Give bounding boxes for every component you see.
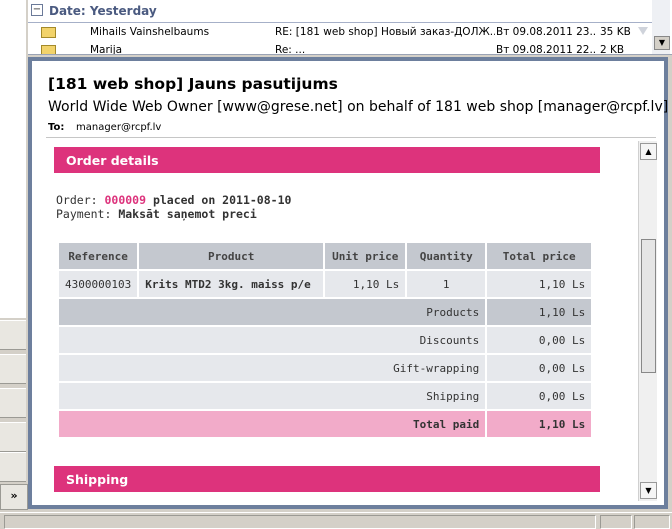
summary-row-products: Products 1,10 Ls bbox=[59, 299, 592, 325]
summary-row-total: Total paid 1,10 Ls bbox=[59, 411, 592, 437]
message-received: Вт 09.08.2011 23... bbox=[496, 26, 596, 38]
order-prefix: Order: bbox=[56, 193, 105, 207]
left-navigation-pane bbox=[0, 0, 28, 528]
message-subject: Re: ... bbox=[275, 44, 306, 54]
payment-method: Maksāt saņemot preci bbox=[118, 207, 257, 221]
summary-value: 0,00 Ls bbox=[487, 355, 592, 381]
nav-button-4[interactable] bbox=[0, 422, 26, 452]
message-row[interactable]: Marija Re: ... Вт 09.08.2011 22... 2 KB bbox=[28, 41, 652, 54]
column-header-product: Product bbox=[139, 243, 324, 269]
nav-button-1[interactable] bbox=[0, 320, 26, 350]
reading-pane: [181 web shop] Jauns pasutijums World Wi… bbox=[28, 57, 668, 509]
order-table: Reference Product Unit price Quantity To… bbox=[57, 241, 593, 439]
message-subject-title: [181 web shop] Jauns pasutijums bbox=[48, 75, 338, 93]
summary-row-gift-wrapping: Gift-wrapping 0,00 Ls bbox=[59, 355, 592, 381]
message-row[interactable]: Mihails Vainshelbaums RE: [181 web shop]… bbox=[28, 23, 652, 41]
expand-pane-button[interactable]: » bbox=[0, 484, 28, 510]
reading-pane-content: [181 web shop] Jauns pasutijums World Wi… bbox=[32, 61, 668, 505]
order-line: Order: 000009 placed on 2011-08-10 bbox=[56, 193, 291, 207]
envelope-icon bbox=[41, 45, 56, 54]
message-size: 2 KB bbox=[600, 44, 625, 54]
nav-button-3[interactable] bbox=[0, 388, 26, 418]
order-reference[interactable]: 000009 bbox=[104, 193, 146, 207]
summary-label: Gift-wrapping bbox=[59, 355, 486, 381]
summary-value: 0,00 Ls bbox=[487, 383, 592, 409]
summary-row-shipping: Shipping 0,00 Ls bbox=[59, 383, 592, 409]
column-header-quantity: Quantity bbox=[407, 243, 486, 269]
scroll-up-arrow-icon[interactable]: ▲ bbox=[640, 143, 657, 160]
status-panel-1 bbox=[600, 515, 632, 529]
message-from: Marija bbox=[90, 44, 123, 54]
summary-value: 1,10 Ls bbox=[487, 299, 592, 325]
group-label: Date: Yesterday bbox=[49, 4, 157, 18]
total-value: 1,10 Ls bbox=[487, 411, 592, 437]
message-sender[interactable]: World Wide Web Owner [www@grese.net] on … bbox=[48, 99, 668, 115]
message-list-scrollbar[interactable]: ▼ bbox=[652, 0, 670, 54]
summary-label: Products bbox=[59, 299, 486, 325]
message-size: 35 KB bbox=[600, 26, 631, 38]
left-pane-panel bbox=[0, 0, 26, 318]
summary-label: Shipping bbox=[59, 383, 486, 409]
order-details-header: Order details bbox=[54, 147, 600, 173]
order-info: Order: 000009 placed on 2011-08-10 Payme… bbox=[56, 193, 291, 221]
status-panel-main bbox=[4, 515, 596, 529]
flag-icon[interactable] bbox=[638, 27, 648, 35]
message-list: − Date: Yesterday Mihails Vainshelbaums … bbox=[28, 0, 672, 55]
scrollbar-thumb[interactable] bbox=[641, 239, 656, 373]
column-header-unit-price: Unit price bbox=[325, 243, 406, 269]
summary-row-discounts: Discounts 0,00 Ls bbox=[59, 327, 592, 353]
summary-label: Discounts bbox=[59, 327, 486, 353]
collapse-toggle-icon[interactable]: − bbox=[31, 4, 43, 16]
item-unit-price: 1,10 Ls bbox=[325, 271, 406, 297]
envelope-icon bbox=[41, 27, 56, 38]
item-product: Krits MTD2 3kg. maiss p/e bbox=[139, 271, 324, 297]
to-label: To: bbox=[48, 122, 65, 133]
email-body-scrollbar[interactable]: ▲ ▼ bbox=[638, 141, 657, 501]
payment-line: Payment: Maksāt saņemot preci bbox=[56, 207, 291, 221]
item-quantity: 1 bbox=[407, 271, 486, 297]
email-body: Order details Order: 000009 placed on 20… bbox=[54, 141, 600, 501]
shipping-title: Shipping bbox=[66, 472, 129, 487]
scroll-down-arrow-icon[interactable]: ▼ bbox=[640, 482, 657, 499]
payment-label: Payment: bbox=[56, 207, 119, 221]
message-header: [181 web shop] Jauns pasutijums World Wi… bbox=[32, 61, 668, 139]
total-label: Total paid bbox=[59, 411, 486, 437]
order-details-title: Order details bbox=[66, 153, 159, 168]
shipping-header: Shipping bbox=[54, 466, 600, 492]
header-divider bbox=[46, 137, 656, 138]
column-header-reference: Reference bbox=[59, 243, 138, 269]
nav-button-5[interactable] bbox=[0, 452, 26, 482]
message-received: Вт 09.08.2011 22... bbox=[496, 44, 596, 54]
scroll-down-arrow-icon[interactable]: ▼ bbox=[654, 36, 670, 50]
table-header-row: Reference Product Unit price Quantity To… bbox=[59, 243, 592, 269]
table-row: 4300000103 Krits MTD2 3kg. maiss p/e 1,1… bbox=[59, 271, 592, 297]
order-placed: placed on 2011-08-10 bbox=[146, 193, 292, 207]
message-from: Mihails Vainshelbaums bbox=[90, 26, 210, 38]
item-total-price: 1,10 Ls bbox=[487, 271, 592, 297]
message-subject: RE: [181 web shop] Новый заказ-ДОЛЖ... bbox=[275, 26, 495, 38]
column-header-total-price: Total price bbox=[487, 243, 592, 269]
status-bar bbox=[0, 512, 672, 529]
item-reference: 4300000103 bbox=[59, 271, 138, 297]
group-header-row[interactable]: − Date: Yesterday bbox=[28, 0, 652, 23]
nav-button-2[interactable] bbox=[0, 354, 26, 384]
to-recipient[interactable]: manager@rcpf.lv bbox=[76, 122, 161, 133]
status-panel-2 bbox=[634, 515, 670, 529]
summary-value: 0,00 Ls bbox=[487, 327, 592, 353]
